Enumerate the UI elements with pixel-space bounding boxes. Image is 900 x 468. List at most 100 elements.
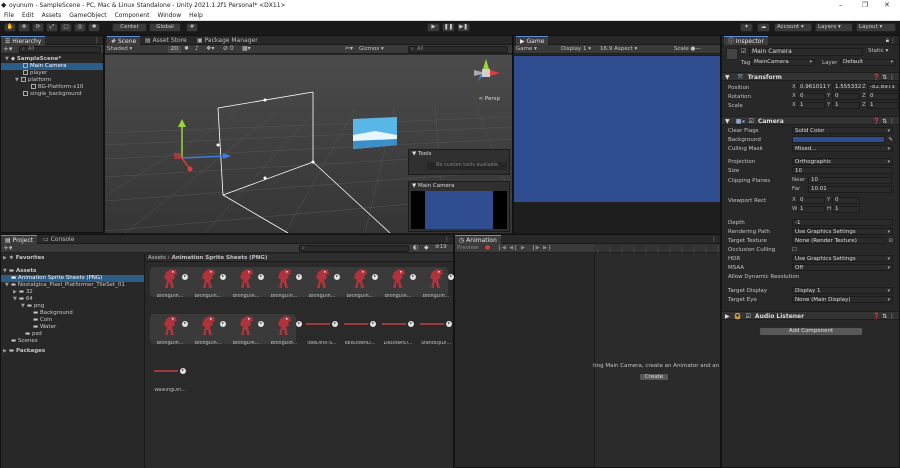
far-field[interactable]: Far 10.01	[792, 186, 892, 193]
filter-type-icon[interactable]: ◐	[413, 244, 418, 251]
asset-item[interactable]: StandUpDi...	[418, 311, 454, 349]
folder-animation-sprite-sheets[interactable]: ▬ Animation Sprite Sheets (PNG)	[1, 275, 144, 282]
viewport-h[interactable]: H1	[827, 206, 860, 213]
expand-sprite-icon[interactable]	[410, 274, 416, 280]
menu-edit[interactable]: Edit	[22, 12, 34, 19]
component-menu-icon[interactable]: ❓ ⇅ ⋮	[873, 117, 895, 126]
asset-item[interactable]: BitingDin...	[266, 264, 302, 302]
pause-icon[interactable]: ❚❚	[442, 23, 455, 32]
collab-icon[interactable]: ✦	[740, 23, 753, 32]
tools-icon[interactable]: ✂▾	[345, 45, 353, 52]
packages-item[interactable]: ▶ ▬ Packages	[3, 348, 45, 355]
viewport-w[interactable]: W1	[792, 206, 825, 213]
folder-psd[interactable]: ▬ psd	[25, 331, 42, 338]
menu-component[interactable]: Component	[115, 12, 150, 19]
asset-item[interactable]: BitingDin...	[342, 264, 378, 302]
position-x[interactable]: X 0.961011	[792, 84, 826, 91]
target-eye-dropdown[interactable]: None (Main Display)	[792, 296, 893, 303]
folder-water[interactable]: ▬ Water	[33, 324, 56, 331]
rotate-tool-icon[interactable]: ⟳	[32, 23, 44, 32]
layout-dropdown[interactable]: Layout ▾	[856, 23, 896, 32]
expand-sprite-icon[interactable]	[372, 274, 378, 280]
project-search-input[interactable]: ⌕	[299, 245, 409, 252]
asset-item[interactable]: BitingDin...	[190, 311, 226, 349]
add-component-button[interactable]: Add Component	[759, 327, 863, 336]
asset-item[interactable]: BitingDin...	[152, 311, 188, 349]
hidden-count-badge[interactable]: ⊘19	[435, 244, 447, 250]
first-key-icon[interactable]: ❙◀	[497, 244, 506, 252]
asset-item[interactable]: WalkingDin...	[152, 358, 188, 396]
asset-item[interactable]: BitingDin...	[266, 311, 302, 349]
hierarchy-item-player[interactable]: player	[23, 70, 47, 77]
folder-64[interactable]: ▼ ▬ 64	[13, 296, 33, 303]
space-toggle[interactable]: Global	[149, 23, 181, 32]
aspect-dropdown[interactable]: 16:9 Aspect ▾	[600, 46, 637, 53]
menu-assets[interactable]: Assets	[42, 12, 62, 19]
expand-sprite-icon[interactable]	[182, 321, 188, 327]
transform-tool-icon[interactable]: ◎	[74, 23, 86, 32]
play-icon[interactable]: ▶	[427, 23, 440, 32]
expand-sprite-icon[interactable]	[220, 274, 226, 280]
camera-header[interactable]: ▼ ■◂ ☑ Camera ❓ ⇅ ⋮	[722, 116, 899, 125]
record-icon[interactable]: ●	[485, 244, 490, 252]
target-texture-field[interactable]: None (Render Texture)	[792, 237, 885, 244]
projection-dropdown[interactable]: Orthographic	[792, 158, 893, 165]
size-field[interactable]: 10	[792, 167, 893, 174]
step-icon[interactable]: ▶❚	[457, 23, 470, 32]
shading-mode-dropdown[interactable]: Shaded ▾	[107, 46, 143, 53]
layers-dropdown[interactable]: Layers ▾	[815, 23, 853, 32]
minimize-icon[interactable]: –	[839, 1, 843, 9]
grid-icon[interactable]: ▦▾	[242, 45, 251, 52]
orientation-gizmo[interactable]	[472, 59, 500, 87]
asset-item[interactable]: LieDownD...	[380, 311, 416, 349]
folder-32[interactable]: ▶ ▬ 32	[13, 289, 33, 296]
hierarchy-item-bg-platform[interactable]: BG-Platform-x10	[31, 84, 83, 91]
last-key-icon[interactable]: ▶❙	[543, 244, 552, 252]
background-color-swatch[interactable]	[792, 136, 885, 143]
hdr-dropdown[interactable]: Use Graphics Settings	[792, 255, 893, 262]
panel-menu-icon[interactable]: ⋮	[890, 37, 896, 44]
transform-header[interactable]: ▼ ⤧ Transform ❓ ⇅ ⋮	[722, 72, 899, 81]
folder-background[interactable]: ▬ Background	[33, 310, 73, 317]
scene-root[interactable]: ▼ ◆ SampleScene*	[5, 56, 103, 63]
position-y[interactable]: Y 1.555332	[827, 84, 861, 91]
rotation-x[interactable]: X0	[792, 93, 825, 100]
tab-project[interactable]: ▤ Project	[1, 235, 38, 244]
tag-dropdown[interactable]: MainCamera	[751, 59, 815, 66]
scale-tool-icon[interactable]: ⤢	[46, 23, 58, 32]
maximize-icon[interactable]: ❐	[862, 1, 868, 9]
display-dropdown[interactable]: Display 1 ▾	[561, 46, 591, 53]
enabled-checkbox[interactable]: ☑	[745, 313, 750, 320]
folder-coin[interactable]: ▬ Coin	[33, 317, 52, 324]
eyedropper-icon[interactable]: ✎	[888, 136, 893, 144]
expand-sprite-icon[interactable]	[296, 321, 302, 327]
close-icon[interactable]: ✕	[884, 1, 890, 9]
folder-scenes[interactable]: ▬ Scenes	[11, 338, 38, 345]
asset-item[interactable]: BitingDin...	[228, 264, 264, 302]
expand-sprite-icon[interactable]	[258, 321, 264, 327]
panel-menu-icon[interactable]: ⋮	[444, 236, 450, 243]
add-icon[interactable]: +▾	[3, 244, 12, 252]
asset-item[interactable]: IdleDino-S...	[304, 311, 340, 349]
hidden-objects-icon[interactable]: ⊘ 0	[223, 45, 234, 52]
pivot-toggle[interactable]: Center	[112, 23, 147, 32]
effects-icon[interactable]: ❖▾	[206, 45, 214, 52]
hand-tool-icon[interactable]: ✋	[4, 23, 16, 32]
audio-icon[interactable]: ♪	[195, 45, 199, 52]
viewport-x[interactable]: X0	[792, 197, 825, 204]
move-tool-icon[interactable]: ✥	[18, 23, 30, 32]
tab-asset-store[interactable]: ▤ Asset Store	[141, 36, 191, 45]
asset-item[interactable]: BitingDin...	[418, 264, 454, 302]
asset-item[interactable]: BitingDin...	[228, 311, 264, 349]
background-sprite[interactable]	[353, 117, 397, 149]
lighting-icon[interactable]: ✹	[184, 45, 189, 52]
culling-mask-dropdown[interactable]: Mixed...	[792, 145, 893, 152]
persp-label[interactable]: < Persp	[479, 96, 500, 102]
hierarchy-item-platform[interactable]: ▼ platform	[15, 77, 51, 84]
scale-x[interactable]: X1	[792, 102, 825, 109]
menu-file[interactable]: File	[4, 12, 14, 19]
occlusion-checkbox[interactable]: ☐	[792, 246, 797, 254]
component-menu-icon[interactable]: ❓ ⇅ ⋮	[873, 73, 895, 82]
msaa-dropdown[interactable]: Off	[792, 264, 893, 271]
filter-label-icon[interactable]: ◆	[424, 244, 429, 251]
